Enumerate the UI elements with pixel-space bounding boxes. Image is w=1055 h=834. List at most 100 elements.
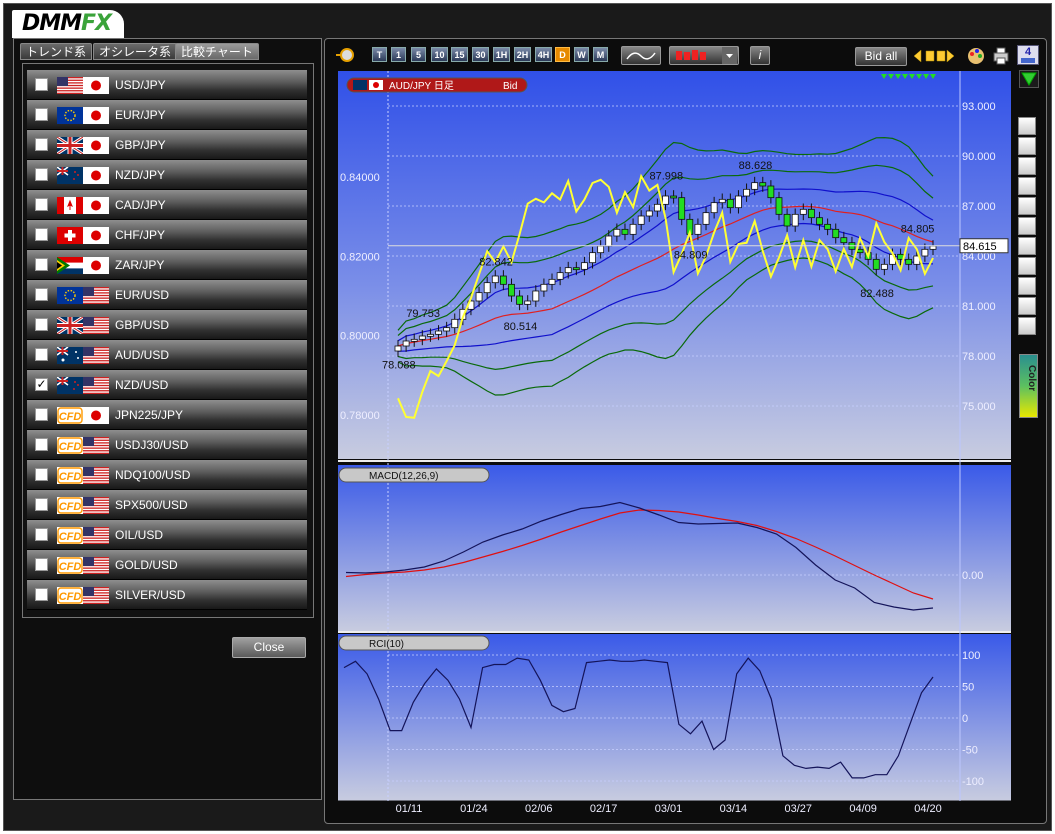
zoom-icon[interactable] [334,46,356,64]
us-flag-icon [83,377,109,395]
trend-line-tool-icon[interactable] [1018,157,1036,175]
pair-row[interactable]: CHF/JPY [27,220,307,250]
pair-checkbox[interactable] [35,258,48,271]
rci-chip: RCI(10) [338,635,490,651]
pair-row[interactable]: CFD OIL/USD [27,520,307,550]
pair-checkbox[interactable] [35,468,48,481]
pair-row[interactable]: CAD/JPY [27,190,307,220]
pair-checkbox[interactable] [35,138,48,151]
timeframe-button[interactable]: 1 [391,47,406,62]
price-candle [418,335,426,340]
pencil-tool-icon[interactable] [1018,137,1036,155]
horizontal-line-tool-icon[interactable] [1018,177,1036,195]
pair-checkbox[interactable] [35,528,48,541]
pair-checkbox[interactable] [35,588,48,601]
pair-checkbox[interactable]: ✓ [35,378,48,391]
pitchfork-tool-icon[interactable] [1018,277,1036,295]
timeframe-button[interactable]: 4H [535,47,552,62]
pair-checkbox[interactable] [35,78,48,91]
channel-tool-icon[interactable] [1018,237,1036,255]
timeframe-button[interactable]: T [372,47,387,62]
pair-row[interactable]: ZAR/JPY [27,250,307,280]
chart-type-icon[interactable] [621,46,661,65]
parallel-lines-tool-icon[interactable] [1018,257,1036,275]
pair-checkbox[interactable] [35,228,48,241]
jp-flag-icon [83,77,109,94]
tab-trend[interactable]: トレンド系 [20,43,93,60]
pair-checkbox[interactable] [35,198,48,211]
pair-checkbox[interactable] [35,558,48,571]
price-candle [726,198,734,209]
svg-text:CFD: CFD [59,531,82,543]
svg-text:CFD: CFD [59,501,82,513]
close-button[interactable]: Close [232,637,306,658]
pair-row[interactable]: USD/JPY [27,70,307,100]
pair-row[interactable]: AUD/USD [27,340,307,370]
price-candle [394,345,402,352]
timeframe-button[interactable]: D [555,47,570,62]
rci-axis-label: -100 [962,776,984,788]
pair-row[interactable]: CFD NDQ100/USD [27,460,307,490]
pair-row[interactable]: GBP/USD [27,310,307,340]
scroll-arrows-icon[interactable] [912,47,956,65]
pair-checkbox[interactable] [35,108,48,121]
price-annotation: 88.628 [739,160,773,172]
cursor-tool-icon[interactable] [1018,117,1036,135]
timeframe-button[interactable]: 30 [472,47,489,62]
pair-row[interactable]: NZD/JPY [27,160,307,190]
pair-row[interactable]: CFD USDJ30/USD [27,430,307,460]
pair-checkbox[interactable] [35,498,48,511]
jp-flag-icon [83,197,109,214]
pair-checkbox[interactable] [35,348,48,361]
eu-flag-icon [57,107,83,124]
print-icon[interactable] [991,46,1011,66]
tab-comparison-chart[interactable]: 比較チャート [175,43,259,60]
timeframe-button[interactable]: M [593,47,608,62]
fibonacci-tool-icon[interactable] [1018,217,1036,235]
dmm-fx-logo: DMMFX [12,10,124,38]
rci-axis-label: 100 [962,650,980,662]
pair-row[interactable]: CFD GOLD/USD [27,550,307,580]
pair-checkbox[interactable] [35,438,48,451]
timeframe-button[interactable]: 2H [514,47,531,62]
color-tool[interactable]: Color [1019,354,1038,418]
tab-oscillator[interactable]: オシレータ系 [93,43,178,60]
pair-checkbox[interactable] [35,318,48,331]
timeframe-button[interactable]: 5 [411,47,426,62]
price-candle [483,282,491,294]
eraser-tool-icon[interactable] [1018,297,1036,315]
pair-checkbox[interactable] [35,408,48,421]
timeframe-button[interactable]: 15 [451,47,468,62]
pair-checkbox[interactable] [35,168,48,181]
pair-checkbox[interactable] [35,288,48,301]
pair-row[interactable]: EUR/USD [27,280,307,310]
pair-row[interactable]: CFD SILVER/USD [27,580,307,610]
timeframe-button[interactable]: W [574,47,589,62]
screen-count-badge[interactable]: 4 [1017,45,1039,65]
timeframe-button[interactable]: 10 [431,47,448,62]
info-button[interactable]: i [750,46,770,65]
chart-svg[interactable]: 93.00090.00087.00084.00081.00078.00075.0… [338,71,1011,802]
cfd-flag-icon: CFD [57,467,83,484]
price-candle [499,275,507,285]
price-candle [808,208,815,219]
pair-row[interactable]: GBP/JPY [27,130,307,160]
color-scheme-dropdown[interactable] [669,46,739,65]
us-flag-icon [83,527,109,545]
jp-flag-icon [83,257,109,274]
pair-label: GOLD/USD [115,558,178,572]
palette-icon[interactable] [966,46,986,66]
pair-row[interactable]: CFD SPX500/USD [27,490,307,520]
pair-row[interactable]: EUR/JPY [27,100,307,130]
trash-tool-icon[interactable] [1018,317,1036,335]
timeframe-button[interactable]: 1H [493,47,510,62]
price-candle [491,275,499,284]
color-label: Color [1026,365,1037,392]
price-candle [775,197,783,215]
price-candle [589,252,596,264]
pair-row[interactable]: ✓ NZD/USD [27,370,307,400]
collapse-arrow-icon[interactable] [1019,70,1039,88]
vertical-line-tool-icon[interactable] [1018,197,1036,215]
pair-row[interactable]: CFD JPN225/JPY [27,400,307,430]
bid-all-button[interactable]: Bid all [855,47,907,66]
